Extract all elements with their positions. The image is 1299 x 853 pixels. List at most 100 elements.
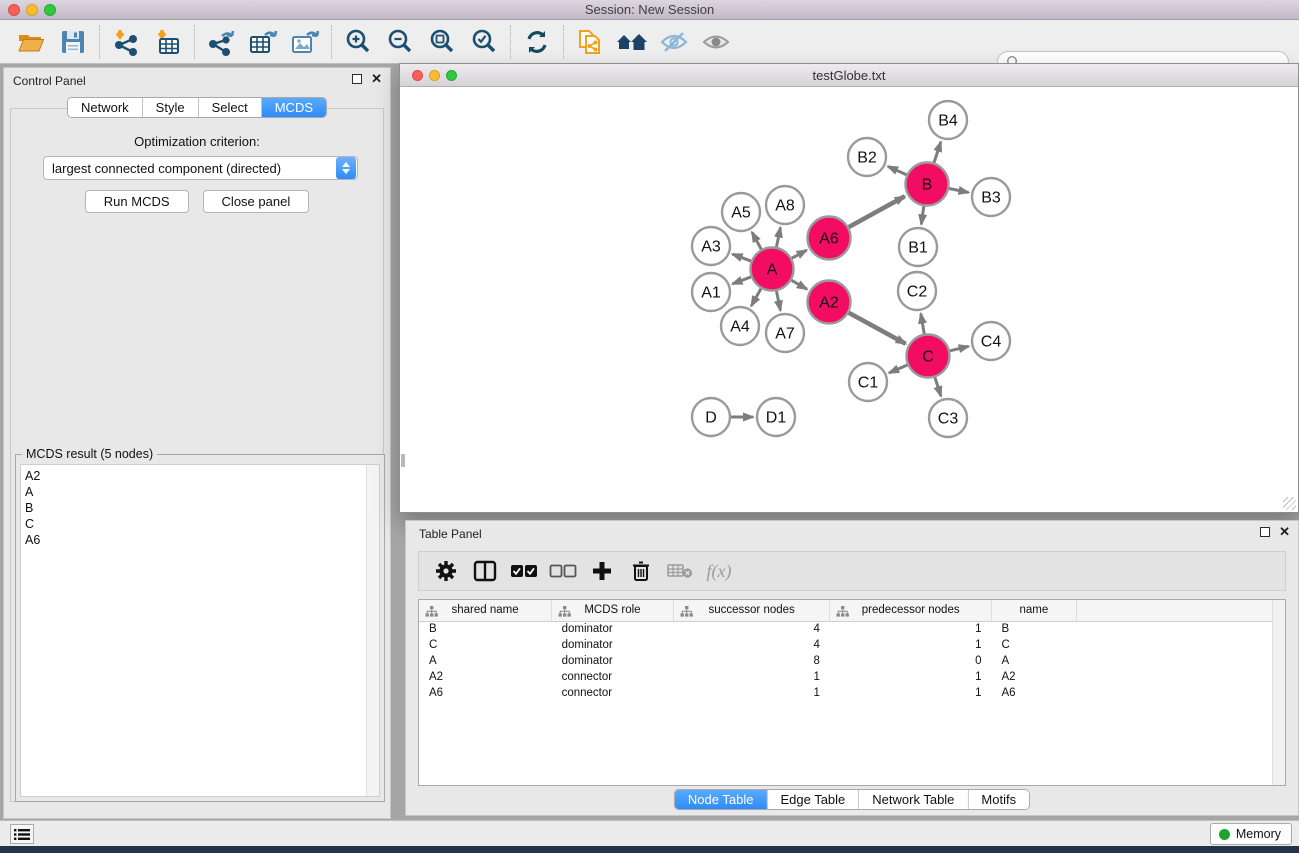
- graph-edge-B-B2[interactable]: [888, 166, 907, 174]
- column-header-predecessor-nodes[interactable]: predecessor nodes: [830, 600, 992, 621]
- table-row[interactable]: A2connector11A2: [419, 669, 1285, 685]
- column-header-MCDS-role[interactable]: MCDS role: [552, 600, 674, 621]
- mcds-result-item[interactable]: C: [25, 516, 379, 532]
- table-cell[interactable]: A2: [991, 669, 1076, 685]
- graph-edge-A-A1[interactable]: [733, 277, 751, 284]
- memory-button[interactable]: Memory: [1210, 823, 1292, 845]
- export-image-button[interactable]: [284, 23, 326, 61]
- graph-edge-C-C1[interactable]: [889, 365, 907, 373]
- float-table-panel-icon[interactable]: [1260, 527, 1270, 537]
- table-cell[interactable]: connector: [552, 685, 674, 701]
- hide-details-button[interactable]: [653, 23, 695, 61]
- table-cell[interactable]: A: [419, 653, 552, 669]
- table-cell[interactable]: A6: [419, 685, 552, 701]
- tab-network[interactable]: Network: [68, 98, 143, 117]
- column-header-successor-nodes[interactable]: successor nodes: [673, 600, 830, 621]
- close-panel-button[interactable]: Close panel: [203, 190, 310, 213]
- graph-edge-C-C2[interactable]: [921, 314, 924, 334]
- run-mcds-button[interactable]: Run MCDS: [85, 190, 189, 213]
- minimize-window-button[interactable]: [26, 4, 38, 16]
- table-cell[interactable]: 0: [830, 653, 992, 669]
- table-cell[interactable]: 4: [673, 637, 830, 653]
- task-history-button[interactable]: [10, 824, 34, 844]
- unselect-all-icon[interactable]: [548, 556, 578, 586]
- column-header-shared-name[interactable]: shared name: [419, 600, 552, 621]
- show-columns-icon[interactable]: [470, 556, 500, 586]
- home-view-button[interactable]: [611, 23, 653, 61]
- table-cell[interactable]: 8: [673, 653, 830, 669]
- zoom-fit-button[interactable]: [421, 23, 463, 61]
- graph-edge-B-B3[interactable]: [949, 188, 968, 192]
- tab-mcds[interactable]: MCDS: [262, 98, 326, 117]
- mcds-result-item[interactable]: A2: [25, 468, 379, 484]
- graph-edge-A-A7[interactable]: [776, 291, 780, 310]
- table-cell[interactable]: B: [991, 621, 1076, 637]
- table-row[interactable]: A6connector11A6: [419, 685, 1285, 701]
- zoom-window-button[interactable]: [44, 4, 56, 16]
- table-cell[interactable]: A: [991, 653, 1076, 669]
- table-cell[interactable]: A2: [419, 669, 552, 685]
- table-cell[interactable]: 1: [830, 637, 992, 653]
- zoom-selected-button[interactable]: [463, 23, 505, 61]
- graph-edge-A-A5[interactable]: [752, 232, 761, 249]
- table-cell[interactable]: 1: [673, 685, 830, 701]
- graph-edge-C-C3[interactable]: [935, 377, 941, 396]
- graph-edge-A2-C[interactable]: [849, 313, 906, 344]
- close-panel-icon[interactable]: ✕: [371, 74, 382, 84]
- show-details-button[interactable]: [695, 23, 737, 61]
- minimize-network-window-button[interactable]: [429, 70, 440, 81]
- optimization-criterion-dropdown[interactable]: largest connected component (directed): [43, 156, 358, 180]
- graph-edge-A-A4[interactable]: [751, 289, 761, 306]
- close-table-panel-icon[interactable]: ✕: [1279, 527, 1290, 537]
- tab-edge-table[interactable]: Edge Table: [767, 790, 859, 809]
- column-header-name[interactable]: name: [991, 600, 1076, 621]
- mcds-result-list[interactable]: A2ABCA6: [20, 464, 380, 797]
- select-all-icon[interactable]: [509, 556, 539, 586]
- open-session-button[interactable]: [10, 23, 52, 61]
- table-cell[interactable]: dominator: [552, 637, 674, 653]
- create-column-plus-icon[interactable]: [587, 556, 617, 586]
- table-cell[interactable]: dominator: [552, 621, 674, 637]
- table-cell[interactable]: dominator: [552, 653, 674, 669]
- graph-edge-A-A8[interactable]: [776, 228, 780, 247]
- graph-edge-A-A3[interactable]: [733, 254, 751, 261]
- import-network-button[interactable]: [105, 23, 147, 61]
- import-table-button[interactable]: [147, 23, 189, 61]
- dropdown-stepper-icon[interactable]: [336, 157, 356, 179]
- graph-edge-A-A6[interactable]: [792, 250, 807, 258]
- tab-style[interactable]: Style: [143, 98, 199, 117]
- graph-edge-C-C4[interactable]: [950, 346, 969, 350]
- network-canvas[interactable]: B4B2B3B1A5A8A3A1A4A7C2C4C1C3DD1AA6A2BC: [401, 88, 1297, 511]
- save-session-button[interactable]: [52, 23, 94, 61]
- table-cell[interactable]: C: [991, 637, 1076, 653]
- graph-edge-B-B1[interactable]: [921, 206, 924, 224]
- mcds-result-item[interactable]: A: [25, 484, 379, 500]
- list-scrollbar[interactable]: [366, 465, 379, 796]
- graph-edge-A-A2[interactable]: [791, 280, 806, 289]
- node-table[interactable]: shared nameMCDS rolesuccessor nodesprede…: [418, 599, 1286, 786]
- table-cell[interactable]: C: [419, 637, 552, 653]
- mcds-result-item[interactable]: B: [25, 500, 379, 516]
- zoom-in-button[interactable]: [337, 23, 379, 61]
- close-window-button[interactable]: [8, 4, 20, 16]
- refresh-layout-button[interactable]: [516, 23, 558, 61]
- table-cell[interactable]: 1: [830, 669, 992, 685]
- table-cell[interactable]: 1: [830, 685, 992, 701]
- table-row[interactable]: Adominator80A: [419, 653, 1285, 669]
- tab-network-table[interactable]: Network Table: [859, 790, 968, 809]
- zoom-out-button[interactable]: [379, 23, 421, 61]
- table-settings-gear-icon[interactable]: [431, 556, 461, 586]
- mcds-result-item[interactable]: A6: [25, 532, 379, 548]
- table-cell[interactable]: connector: [552, 669, 674, 685]
- table-cell[interactable]: 1: [830, 621, 992, 637]
- table-row[interactable]: Cdominator41C: [419, 637, 1285, 653]
- table-cell[interactable]: 1: [673, 669, 830, 685]
- close-network-window-button[interactable]: [412, 70, 423, 81]
- tab-motifs[interactable]: Motifs: [968, 790, 1029, 809]
- export-table-button[interactable]: [242, 23, 284, 61]
- graph-edge-A6-B[interactable]: [849, 196, 905, 227]
- table-cell[interactable]: B: [419, 621, 552, 637]
- export-network-button[interactable]: [200, 23, 242, 61]
- table-row[interactable]: Bdominator41B: [419, 621, 1285, 637]
- delete-column-trash-icon[interactable]: [626, 556, 656, 586]
